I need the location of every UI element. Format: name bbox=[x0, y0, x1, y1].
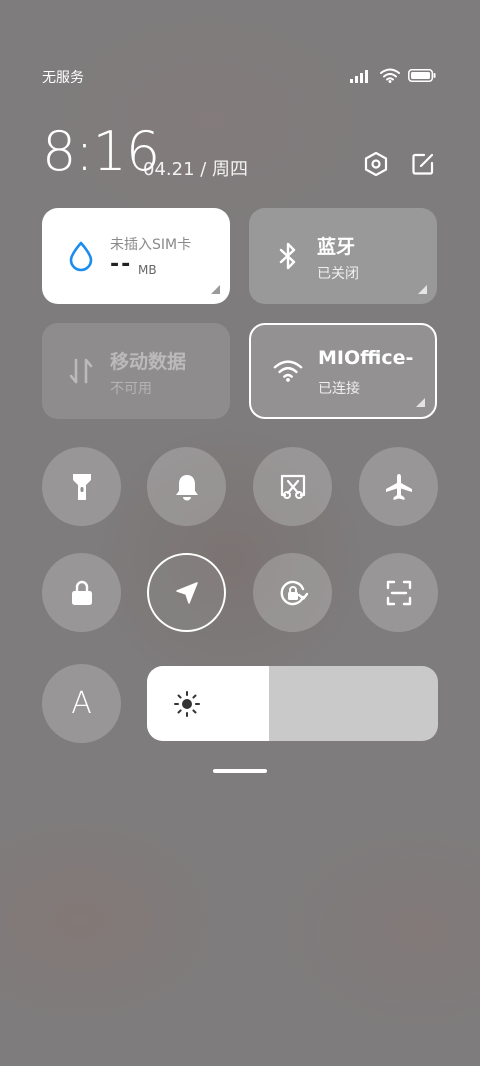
edit-icon bbox=[412, 153, 434, 175]
sim-status-label: 未插入SIM卡 bbox=[110, 237, 192, 253]
lock-icon bbox=[71, 580, 92, 605]
expand-corner-icon bbox=[211, 285, 220, 294]
bell-icon bbox=[175, 474, 198, 500]
airplane-mode-toggle[interactable] bbox=[359, 447, 438, 526]
battery-icon bbox=[408, 69, 436, 82]
data-usage-tile[interactable]: 未插入SIM卡 -- MB bbox=[42, 208, 230, 304]
water-drop-icon bbox=[66, 240, 96, 272]
ringer-toggle[interactable] bbox=[147, 447, 226, 526]
wifi-tile[interactable]: MIOffice- 已连接 bbox=[249, 323, 437, 419]
location-toggle[interactable] bbox=[147, 553, 226, 632]
mobile-data-tile[interactable]: 移动数据 不可用 bbox=[42, 323, 230, 419]
flashlight-toggle[interactable] bbox=[42, 447, 121, 526]
screenshot-toggle[interactable] bbox=[253, 447, 332, 526]
rotation-lock-toggle[interactable] bbox=[253, 553, 332, 632]
screenshot-scissors-icon bbox=[280, 474, 305, 499]
brightness-fill bbox=[147, 666, 270, 741]
scanner-toggle[interactable] bbox=[359, 553, 438, 632]
settings-hexagon-icon bbox=[364, 151, 388, 177]
expand-corner-icon bbox=[418, 285, 427, 294]
brightness-slider[interactable] bbox=[147, 666, 438, 741]
location-arrow-icon bbox=[175, 581, 198, 604]
wifi-status-icon bbox=[380, 68, 400, 83]
wifi-icon bbox=[273, 355, 303, 387]
bluetooth-status: 已关闭 bbox=[317, 266, 359, 282]
lock-screen-toggle[interactable] bbox=[42, 553, 121, 632]
settings-button[interactable] bbox=[362, 150, 390, 178]
font-size-label: A bbox=[71, 686, 92, 721]
data-usage-unit: MB bbox=[138, 263, 157, 277]
clock-time: 8:16 bbox=[42, 120, 160, 183]
brightness-sun-icon bbox=[174, 691, 200, 717]
scan-icon bbox=[386, 580, 411, 605]
data-transfer-icon bbox=[66, 355, 96, 387]
wifi-status: 已连接 bbox=[318, 381, 360, 397]
mobile-data-status: 不可用 bbox=[110, 381, 152, 397]
mobile-data-title: 移动数据 bbox=[110, 351, 187, 373]
signal-icon bbox=[350, 69, 368, 83]
bluetooth-icon bbox=[273, 240, 303, 272]
bluetooth-tile[interactable]: 蓝牙 已关闭 bbox=[249, 208, 437, 304]
wifi-network-name: MIOffice- bbox=[318, 347, 414, 369]
airplane-icon bbox=[385, 473, 412, 500]
data-usage-value: -- bbox=[110, 252, 133, 277]
rotation-lock-icon bbox=[280, 580, 308, 605]
date-label: 04.21 / 周四 bbox=[143, 159, 249, 180]
status-icons bbox=[350, 68, 436, 83]
carrier-status: 无服务 bbox=[42, 70, 84, 86]
edit-button[interactable] bbox=[409, 150, 437, 178]
expand-corner-icon bbox=[416, 398, 425, 407]
panel-drag-handle[interactable] bbox=[213, 769, 267, 773]
flashlight-icon bbox=[72, 473, 91, 500]
font-size-button[interactable]: A bbox=[42, 664, 121, 743]
bluetooth-title: 蓝牙 bbox=[317, 236, 356, 258]
